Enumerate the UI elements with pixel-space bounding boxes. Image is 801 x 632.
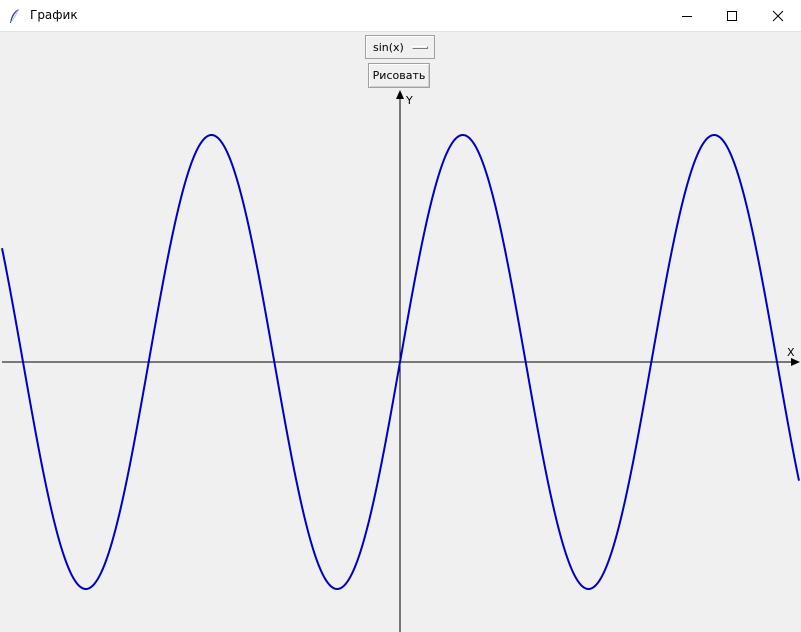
dropdown-indicator-icon xyxy=(412,46,428,49)
x-axis-arrow xyxy=(791,358,800,366)
close-button[interactable] xyxy=(755,0,801,31)
function-select[interactable]: sin(x) xyxy=(365,35,435,59)
window-title: График xyxy=(30,8,78,22)
maximize-icon xyxy=(727,10,737,21)
y-axis-label: Y xyxy=(405,94,413,107)
minimize-button[interactable] xyxy=(664,0,710,31)
graph-canvas: X Y xyxy=(1,90,800,632)
feather-app-icon xyxy=(10,8,20,23)
minimize-icon xyxy=(682,15,692,17)
x-axis-label: X xyxy=(787,346,795,359)
maximize-button[interactable] xyxy=(709,0,755,31)
title-bar: График xyxy=(0,0,801,32)
close-icon xyxy=(772,10,784,21)
y-axis-arrow xyxy=(396,90,404,99)
draw-button[interactable]: Рисовать xyxy=(368,63,430,88)
function-select-value: sin(x) xyxy=(373,41,404,54)
